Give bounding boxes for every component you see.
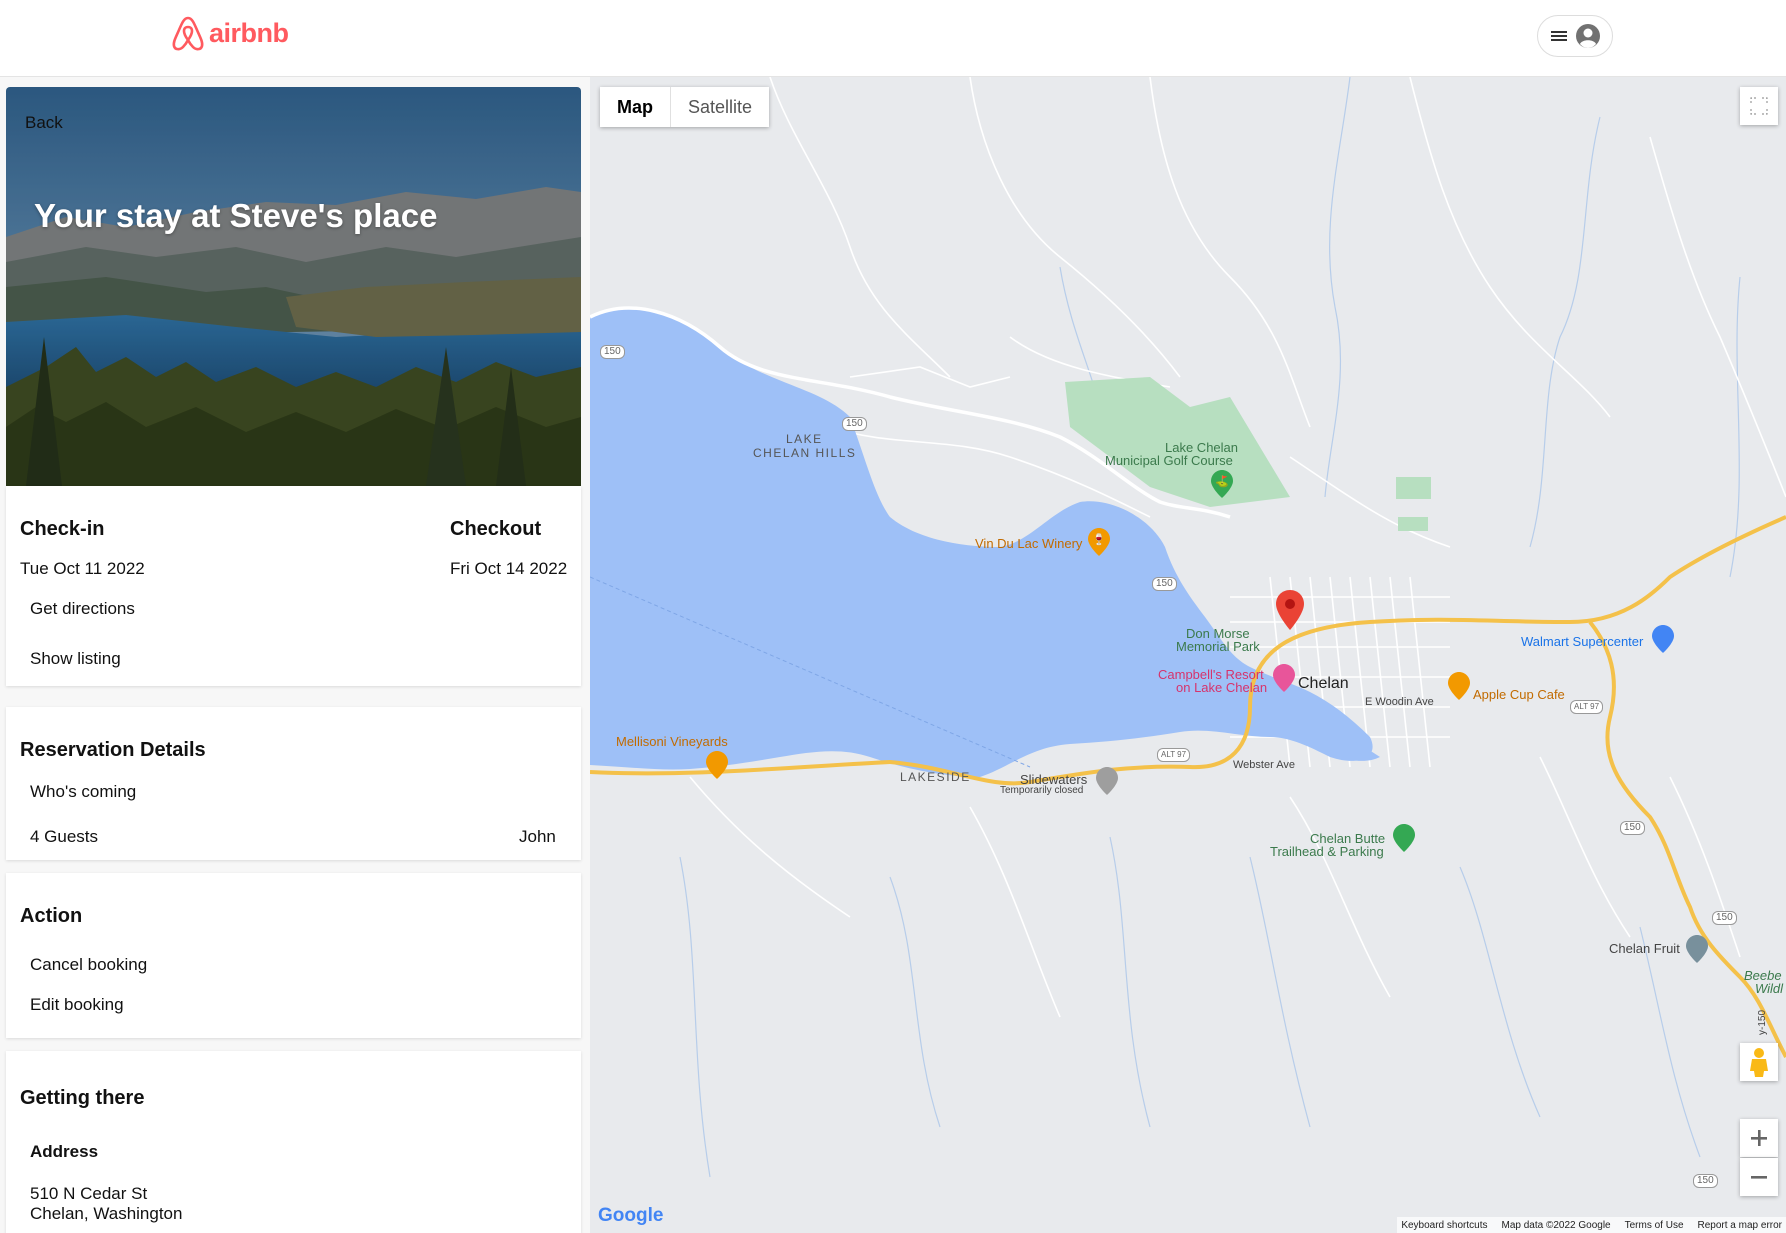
reservation-details-heading: Reservation Details — [20, 739, 206, 761]
road-shield-150-a: 150 — [600, 345, 625, 359]
map-attribution-bar: Keyboard shortcuts Map data ©2022 Google… — [1397, 1217, 1786, 1233]
guest-count: 4 Guests — [30, 827, 99, 846]
attraction-pin-icon[interactable] — [1096, 767, 1118, 795]
host-name: John — [519, 827, 556, 846]
hamburger-icon — [1550, 31, 1567, 41]
map-label-mellisoni: Mellisoni Vineyards — [616, 734, 728, 749]
location-pin-icon[interactable] — [1276, 590, 1304, 630]
map-label-highway-side: y-150 — [1757, 1009, 1769, 1036]
checkin-date: Tue Oct 11 2022 — [20, 559, 145, 578]
address-label: Address — [30, 1142, 99, 1161]
map-label-slidewaters-sub: Temporarily closed — [1000, 785, 1084, 796]
fullscreen-icon — [1750, 97, 1768, 115]
map-label-lakeside: LAKESIDE — [900, 770, 971, 784]
svg-text:🍷: 🍷 — [1092, 533, 1106, 546]
airbnb-wordmark: airbnb — [209, 17, 289, 48]
winery-pin-icon[interactable]: 🍷 — [1088, 528, 1110, 556]
map-label-don-morse-2: Memorial Park — [1176, 639, 1260, 654]
golf-pin-icon[interactable]: ⛳ — [1211, 470, 1233, 498]
zoom-in-button[interactable] — [1740, 1119, 1778, 1157]
road-shield-alt97-b: ALT 97 — [1570, 700, 1604, 714]
getting-there-heading: Getting there — [20, 1087, 145, 1109]
zoom-out-button[interactable] — [1740, 1158, 1778, 1196]
road-shield-150-e: 150 — [1712, 911, 1737, 925]
satellite-tab[interactable]: Satellite — [670, 87, 769, 127]
keyboard-shortcuts-link[interactable]: Keyboard shortcuts — [1401, 1220, 1487, 1231]
street-view-button[interactable] — [1740, 1043, 1778, 1081]
address-line2: Chelan, Washington — [30, 1204, 183, 1223]
map-label-chelan: Chelan — [1298, 675, 1349, 692]
get-directions-link[interactable]: Get directions — [30, 599, 135, 619]
store-pin-icon[interactable] — [1686, 935, 1708, 963]
checkout-date: Fri Oct 14 2022 — [450, 559, 568, 578]
shopping-pin-icon[interactable] — [1652, 625, 1674, 653]
google-logo[interactable]: Google — [598, 1205, 663, 1227]
map-label-lake-chelan-hills: LAKE — [786, 432, 823, 446]
checkout-label: Checkout — [450, 518, 542, 540]
back-link[interactable]: Back — [25, 113, 63, 133]
dates-card: Check-in Checkout Tue Oct 11 2022 Fri Oc… — [6, 486, 581, 686]
hotel-pin-icon[interactable] — [1273, 664, 1295, 692]
map-label-winery: Vin Du Lac Winery — [975, 536, 1083, 551]
map-label-webster: Webster Ave — [1233, 759, 1295, 771]
restaurant-pin-icon[interactable] — [1448, 672, 1470, 700]
road-shield-150-d: 150 — [1620, 821, 1645, 835]
show-listing-link[interactable]: Show listing — [30, 649, 121, 669]
reservation-panel: Back Your stay at Steve's place Check-in… — [0, 77, 590, 1233]
map-label-campbells-2: on Lake Chelan — [1176, 680, 1268, 695]
map-label-walmart: Walmart Supercenter — [1521, 634, 1644, 649]
airbnb-logo[interactable]: airbnb — [171, 15, 289, 51]
report-error-link[interactable]: Report a map error — [1698, 1220, 1782, 1231]
map-view[interactable]: Map Satellite ⛳ 🍷 LAKE CHELAN HILLS Lake… — [590, 77, 1786, 1233]
action-card: Action Cancel booking Edit booking — [6, 873, 581, 1038]
getting-there-card: Getting there Address 510 N Cedar St Che… — [6, 1051, 581, 1233]
map-label-woodin: E Woodin Ave — [1365, 696, 1434, 708]
hiking-pin-icon[interactable] — [1393, 824, 1415, 852]
user-avatar-icon — [1575, 24, 1600, 48]
road-shield-alt97-a: ALT 97 — [1157, 748, 1191, 762]
reservation-details-card: Reservation Details Who's coming 4 Guest… — [6, 707, 581, 860]
address-line1: 510 N Cedar St — [30, 1184, 148, 1203]
plus-icon — [1751, 1130, 1767, 1146]
user-menu-button[interactable] — [1537, 15, 1613, 57]
airbnb-logo-icon — [172, 16, 204, 51]
whos-coming-label: Who's coming — [30, 782, 137, 801]
map-label-golf-2: Municipal Golf Course — [1105, 453, 1233, 468]
map-label-lake-chelan-hills-2: CHELAN HILLS — [753, 446, 857, 460]
checkin-label: Check-in — [20, 518, 105, 540]
map-label-apple-cup: Apple Cup Cafe — [1473, 687, 1565, 702]
road-shield-150-f: 150 — [1693, 1174, 1718, 1188]
minus-icon — [1751, 1176, 1767, 1179]
map-type-toggle: Map Satellite — [600, 87, 770, 127]
svg-text:⛳: ⛳ — [1215, 475, 1229, 488]
action-heading: Action — [20, 905, 83, 927]
edit-booking-link[interactable]: Edit booking — [30, 995, 124, 1015]
terms-link[interactable]: Terms of Use — [1625, 1220, 1684, 1231]
road-shield-150-b: 150 — [842, 417, 867, 431]
map-label-chelan-fruit: Chelan Fruit — [1609, 941, 1680, 956]
fullscreen-button[interactable] — [1740, 87, 1778, 125]
map-label-butte-2: Trailhead & Parking — [1270, 844, 1384, 859]
pegman-icon — [1750, 1048, 1768, 1077]
top-header: airbnb — [0, 0, 1786, 77]
cancel-booking-link[interactable]: Cancel booking — [30, 955, 147, 975]
hero-image: Back Your stay at Steve's place — [6, 87, 581, 486]
road-shield-150-c: 150 — [1152, 577, 1177, 591]
map-data-credit: Map data ©2022 Google — [1501, 1219, 1611, 1231]
map-label-beebe-2: Wildl — [1755, 981, 1784, 996]
vineyard-pin-icon[interactable] — [706, 751, 728, 779]
lake-landscape-image — [6, 87, 581, 486]
stay-title: Your stay at Steve's place — [34, 197, 438, 234]
map-tab[interactable]: Map — [600, 87, 670, 127]
map-canvas[interactable] — [590, 77, 1786, 1233]
